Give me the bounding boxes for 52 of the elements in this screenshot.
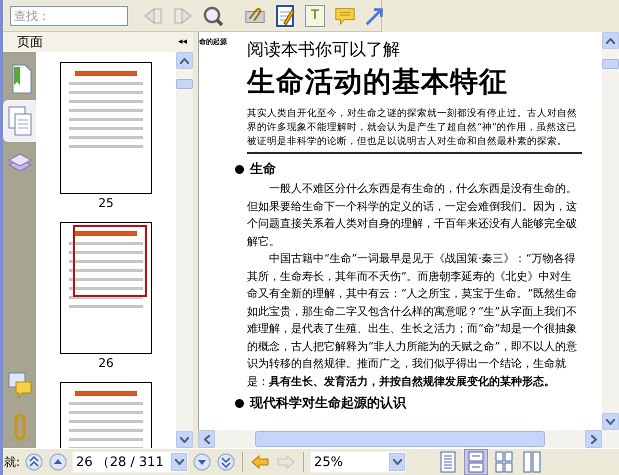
scroll-up-button[interactable] <box>602 32 619 49</box>
scroll-down-button[interactable] <box>602 413 619 430</box>
previous-page-icon <box>49 453 68 471</box>
bullet-icon <box>235 398 244 408</box>
continuous-pages-icon <box>467 451 486 473</box>
back-button[interactable] <box>249 453 272 471</box>
comments-icon <box>6 371 32 399</box>
zoom-field[interactable]: 25% <box>310 451 406 473</box>
panel-title: 页面 <box>17 34 43 51</box>
next-page-button[interactable] <box>192 452 212 472</box>
body-paragraph: 一般人不难区分什么东西是有生命的，什么东西是没有生命的。但如果要给生命下一个科学的定义的话，一定会难倒我们。因为，这个问题直接关系着人类对自身的理解，千百年来还没有人能够完全破解它。 <box>246 181 578 250</box>
intro-paragraph: 其实人类自开化至今，对生命之谜的探索就一刻都没有停止过。古人对自然界的许多现象不能理解时，就会认为是产生了超自然“神”的作用，虽然这已被证明是非科学的论断，但也足以说明古人对生命和自然最朴素的探索。 <box>246 107 578 149</box>
last-page-button[interactable] <box>216 452 236 472</box>
page-thumbnail[interactable] <box>60 222 152 354</box>
scrollbar-thumb[interactable] <box>602 59 619 69</box>
page-number: 25 <box>98 196 114 210</box>
scroll-down-button[interactable] <box>176 431 193 448</box>
subtitle: 阅读本书你可以了解 <box>247 39 401 61</box>
next-icon <box>173 6 193 26</box>
scrollbar-thumb[interactable] <box>255 431 545 447</box>
continuous-view-button[interactable] <box>464 449 488 475</box>
pages-tab[interactable] <box>3 100 36 142</box>
forward-arrow-icon <box>276 454 296 470</box>
page-number-field[interactable]: 26 （28 / 311 <box>72 451 188 473</box>
scroll-left-button[interactable] <box>198 430 215 448</box>
horizontal-scrollbar[interactable] <box>198 430 619 448</box>
previous-icon <box>143 6 163 26</box>
notepad-pencil-icon <box>275 4 295 28</box>
section-heading: 生命 <box>250 161 276 178</box>
last-page-icon <box>217 453 236 471</box>
page-number: 26 <box>98 356 114 370</box>
vertical-scrollbar[interactable] <box>176 52 193 448</box>
page-thumbnail[interactable] <box>60 62 152 194</box>
back-arrow-icon <box>250 454 270 470</box>
next-page-icon <box>193 453 212 471</box>
bullet-icon <box>235 164 244 174</box>
scrollbar-thumb[interactable] <box>176 79 193 89</box>
search-field[interactable]: 查找： <box>10 6 128 26</box>
pages-icon <box>6 105 32 137</box>
vertical-scrollbar[interactable] <box>602 32 619 430</box>
textbox-tool-button[interactable]: T <box>302 2 328 28</box>
first-page-icon <box>25 453 44 471</box>
scroll-up-button[interactable] <box>176 52 193 69</box>
label: 就: <box>4 454 20 470</box>
scroll-right-button[interactable] <box>585 430 602 448</box>
search-icon <box>202 4 224 26</box>
collapse-button[interactable]: ◂◂ <box>176 37 189 47</box>
first-page-button[interactable] <box>24 452 44 472</box>
prev-page-button[interactable] <box>48 452 68 472</box>
section-heading: 现代科学对生命起源的认识 <box>250 395 406 412</box>
page-title: 生命活动的基本特征 <box>247 64 509 100</box>
body-paragraph: 中国古籍中“生命”一词最早是见于《战国策·秦三》：“万物各得其所，生命寿长，其年而不夭伤”。而唐朝李延寿的《北史》中对生命又有全新的理解，其中有云：“人之所宝，莫宝于生命。”既然生命如此宝贵，那生命二字又包含什么样的寓意呢？“生”从字面上我们不难理解，是代表了生殖、出生、生长之活力；而“命”却是一个很抽象的概念，古人把它解释为“非人力所能为的天赋之命”，即不以人的意识为转移的自然规律。推而广之，我们似乎得出一个结论，生命就是：具有生长、发育活力，并按自然规律发展变化的某种形态。 <box>246 251 578 390</box>
